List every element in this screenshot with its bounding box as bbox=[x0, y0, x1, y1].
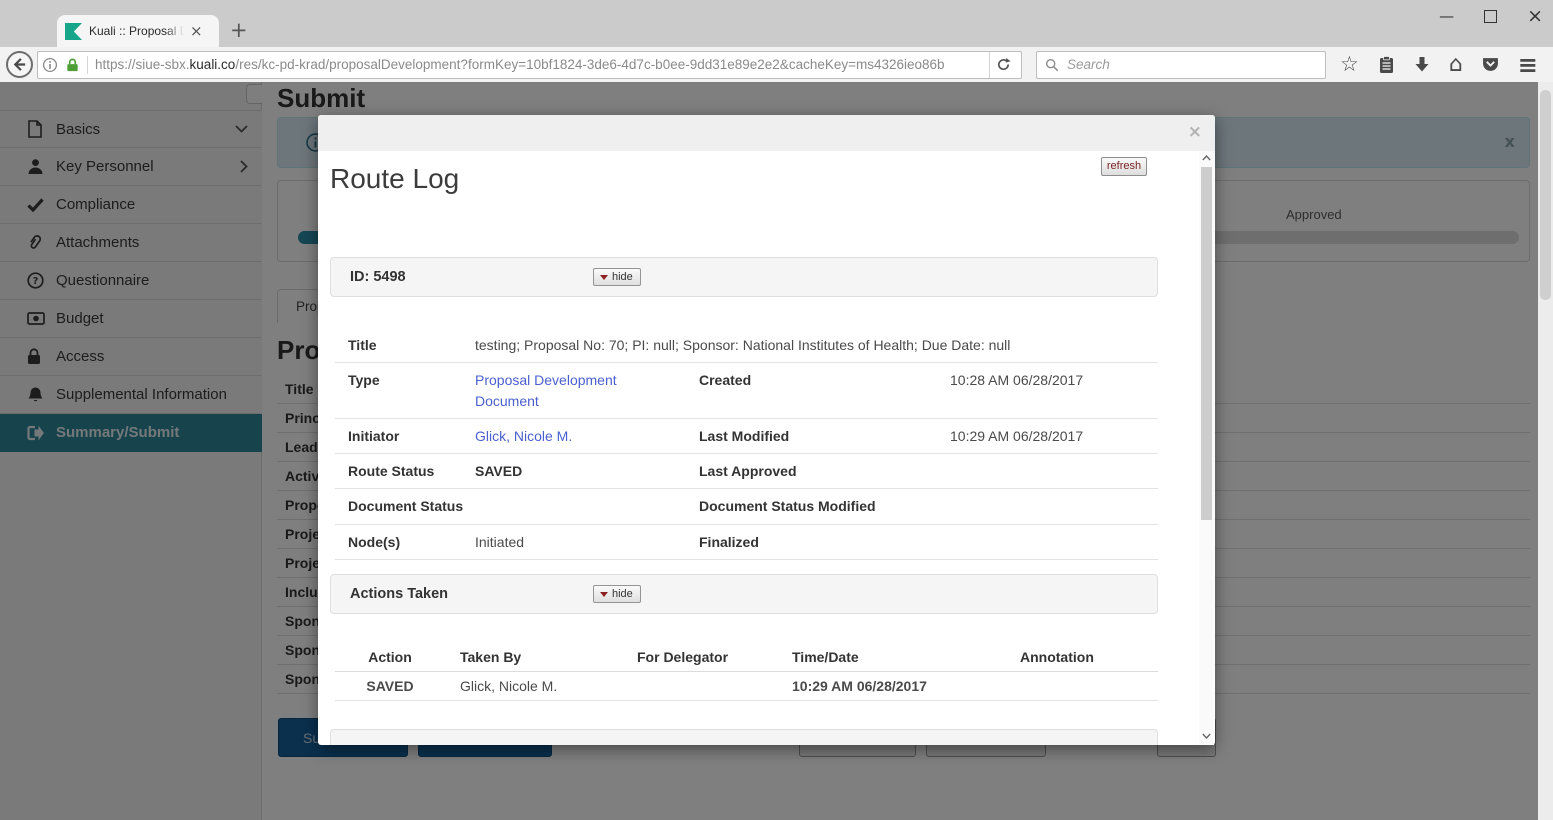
menu-hamburger-icon[interactable]: ≡ bbox=[1518, 53, 1538, 77]
table-row: SAVED Glick, Nicole M. 10:29 AM 06/28/20… bbox=[335, 672, 1158, 701]
page-content: Basics Key Personnel Compliance bbox=[0, 82, 1553, 820]
downloads-icon[interactable] bbox=[1414, 56, 1430, 73]
search-icon bbox=[1045, 58, 1059, 72]
field-value: Initiated bbox=[475, 532, 686, 552]
field-label: Type bbox=[335, 370, 475, 390]
page-scrollbar[interactable] bbox=[1538, 82, 1553, 820]
actions-taken-table: Action Taken By For Delegator Time/Date … bbox=[335, 643, 1158, 701]
bookmark-star-icon[interactable]: ☆ bbox=[1340, 54, 1359, 75]
back-button[interactable] bbox=[6, 51, 33, 78]
field-label: Last Approved bbox=[686, 461, 950, 481]
hide-button[interactable]: hide bbox=[593, 585, 641, 603]
page-scrollbar-thumb[interactable] bbox=[1540, 90, 1551, 300]
field-label: Initiator bbox=[335, 426, 475, 446]
reload-button[interactable] bbox=[989, 52, 1017, 78]
field-value: 10:29 AM 06/28/2017 bbox=[950, 426, 1158, 446]
action-value: SAVED bbox=[335, 678, 445, 694]
column-header: Action bbox=[335, 649, 445, 665]
refresh-button[interactable]: refresh bbox=[1101, 157, 1147, 176]
minimize-button[interactable]: — bbox=[1439, 9, 1454, 24]
scroll-down-icon[interactable] bbox=[1200, 729, 1213, 743]
search-bar[interactable]: Search bbox=[1036, 51, 1326, 79]
field-label: Route Status bbox=[335, 461, 475, 481]
field-value: testing; Proposal No: 70; PI: null; Spon… bbox=[475, 335, 1158, 355]
time-date-value: 10:29 AM 06/28/2017 bbox=[780, 678, 1000, 694]
pocket-icon[interactable] bbox=[1482, 56, 1499, 73]
field-label: Document Status Modified bbox=[686, 496, 950, 516]
url-bar[interactable]: https://siue-sbx.kuali.co/res/kc-pd-krad… bbox=[37, 51, 1022, 79]
field-label: Finalized bbox=[686, 532, 950, 552]
dialog-title: Route Log bbox=[330, 163, 459, 195]
taken-by-link[interactable]: Glick, Nicole M. bbox=[445, 678, 620, 694]
hide-button[interactable]: hide bbox=[593, 268, 641, 286]
column-header: Annotation bbox=[1000, 649, 1158, 665]
route-log-document-table: Title testing; Proposal No: 70; PI: null… bbox=[335, 328, 1158, 560]
new-tab-button[interactable]: + bbox=[230, 18, 248, 42]
document-id-label: ID: 5498 bbox=[350, 269, 406, 285]
field-label: Title bbox=[335, 335, 475, 355]
table-row: Route Status SAVED Last Approved bbox=[335, 454, 1158, 489]
page-info-icon[interactable] bbox=[42, 57, 58, 73]
table-header-row: Action Taken By For Delegator Time/Date … bbox=[335, 643, 1158, 672]
column-header: Taken By bbox=[445, 649, 620, 665]
field-label: Document Status bbox=[335, 496, 475, 516]
field-label: Created bbox=[686, 370, 950, 390]
field-label: Last Modified bbox=[686, 426, 950, 446]
tab-close-icon[interactable]: × bbox=[190, 24, 203, 39]
next-section-panel bbox=[330, 729, 1158, 745]
route-status-value: SAVED bbox=[475, 461, 686, 481]
triangle-down-icon bbox=[600, 275, 608, 280]
maximize-button[interactable] bbox=[1484, 10, 1497, 23]
table-row: Node(s) Initiated Finalized bbox=[335, 525, 1158, 560]
field-label: Node(s) bbox=[335, 532, 475, 552]
bookmarks-clipboard-icon[interactable] bbox=[1378, 56, 1395, 74]
table-row: Title testing; Proposal No: 70; PI: null… bbox=[335, 328, 1158, 363]
scroll-up-icon[interactable] bbox=[1200, 151, 1213, 165]
document-id-panel: ID: 5498 hide bbox=[330, 257, 1158, 297]
window-titlebar: Kuali :: Proposal Developme × + — × bbox=[0, 0, 1553, 47]
reload-icon bbox=[996, 57, 1011, 72]
column-header: Time/Date bbox=[780, 649, 1000, 665]
initiator-link[interactable]: Glick, Nicole M. bbox=[475, 426, 686, 446]
urlbar-divider bbox=[87, 56, 88, 74]
browser-toolbar: https://siue-sbx.kuali.co/res/kc-pd-krad… bbox=[0, 47, 1553, 82]
home-icon[interactable]: ⌂ bbox=[1449, 54, 1463, 76]
window-close-button[interactable]: × bbox=[1527, 7, 1543, 26]
browser-tab[interactable]: Kuali :: Proposal Developme × bbox=[57, 15, 219, 47]
dialog-scrollbar-thumb[interactable] bbox=[1201, 167, 1212, 520]
field-value: 10:28 AM 06/28/2017 bbox=[950, 370, 1158, 390]
back-arrow-icon bbox=[12, 57, 27, 72]
dialog-header: × bbox=[318, 115, 1215, 151]
column-header: For Delegator bbox=[620, 649, 780, 665]
tab-title: Kuali :: Proposal Developme bbox=[89, 24, 184, 38]
route-log-dialog: × refresh Route Log ID: 5498 hide Title … bbox=[318, 115, 1215, 745]
actions-taken-panel: Actions Taken hide bbox=[330, 574, 1158, 614]
https-lock-icon[interactable] bbox=[65, 57, 80, 73]
triangle-down-icon bbox=[600, 592, 608, 597]
document-type-link[interactable]: Proposal Development Document bbox=[475, 370, 686, 411]
kuali-logo-icon bbox=[65, 23, 82, 40]
table-row: Document Status Document Status Modified bbox=[335, 489, 1158, 524]
table-row: Type Proposal Development Document Creat… bbox=[335, 363, 1158, 419]
actions-taken-label: Actions Taken bbox=[350, 586, 448, 602]
dialog-scrollbar[interactable] bbox=[1199, 151, 1214, 745]
dialog-close-icon[interactable]: × bbox=[1188, 122, 1202, 142]
search-placeholder: Search bbox=[1067, 57, 1110, 72]
url-text[interactable]: https://siue-sbx.kuali.co/res/kc-pd-krad… bbox=[95, 57, 989, 72]
table-row: Initiator Glick, Nicole M. Last Modified… bbox=[335, 419, 1158, 454]
